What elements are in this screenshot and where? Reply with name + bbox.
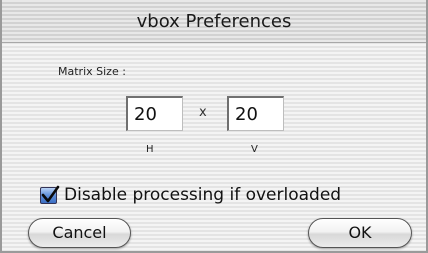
- disable-processing-checkbox[interactable]: [40, 185, 60, 204]
- check-mark-icon: [41, 185, 60, 202]
- matrix-h-input[interactable]: [126, 96, 183, 131]
- v-axis-label: V: [251, 144, 258, 155]
- cancel-button[interactable]: Cancel: [28, 218, 131, 248]
- times-separator: x: [199, 105, 207, 120]
- disable-processing-option[interactable]: Disable processing if overloaded: [40, 185, 341, 205]
- ok-button[interactable]: OK: [308, 218, 412, 248]
- title-bar[interactable]: vbox Preferences: [2, 0, 426, 43]
- matrix-v-input[interactable]: [227, 96, 284, 131]
- h-axis-label: H: [146, 144, 154, 155]
- matrix-size-label: Matrix Size :: [58, 65, 126, 78]
- preferences-dialog: vbox Preferences Matrix Size : x H V Dis…: [0, 0, 428, 253]
- disable-processing-label: Disable processing if overloaded: [64, 185, 342, 205]
- window-title: vbox Preferences: [136, 11, 292, 32]
